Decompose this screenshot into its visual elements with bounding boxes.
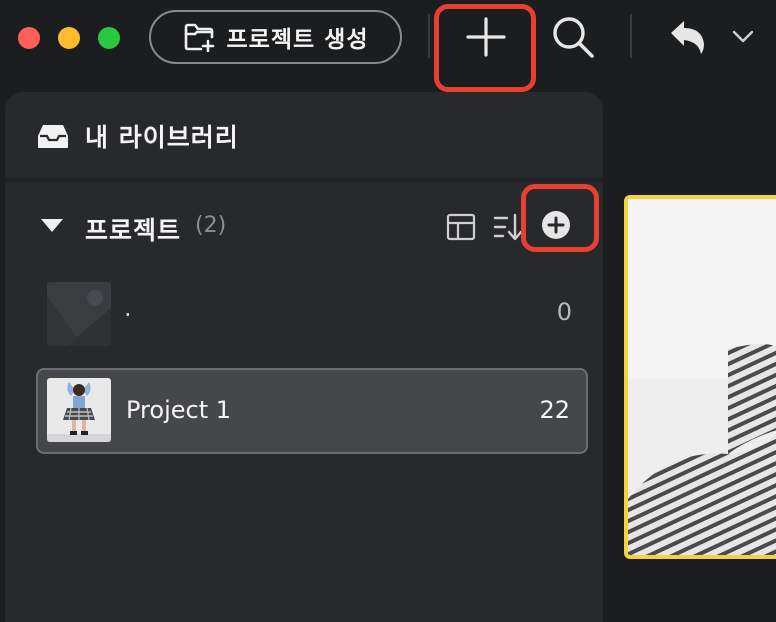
project-thumbnail bbox=[47, 378, 111, 442]
minimize-window-button[interactable] bbox=[58, 27, 80, 49]
create-project-label: 프로젝트 생성 bbox=[226, 27, 369, 53]
projects-title[interactable]: 프로젝트 bbox=[85, 211, 181, 247]
toolbar-divider bbox=[630, 14, 632, 58]
project-list-item-selected[interactable]: Project 1 22 bbox=[36, 368, 588, 454]
layout-icon[interactable] bbox=[446, 212, 476, 246]
undo-dropdown-button[interactable] bbox=[728, 24, 758, 48]
create-project-button[interactable]: 프로젝트 생성 bbox=[149, 10, 402, 64]
projects-count: (2) bbox=[195, 213, 227, 238]
undo-button[interactable] bbox=[668, 16, 710, 58]
search-icon bbox=[550, 17, 596, 64]
project-photo-count: 22 bbox=[539, 396, 570, 424]
chevron-down-icon bbox=[728, 30, 758, 52]
my-library-row[interactable]: 내 라이브러리 bbox=[5, 92, 603, 178]
section-divider bbox=[5, 178, 603, 182]
project-name: . bbox=[124, 294, 132, 322]
highlight-box-add-button bbox=[434, 4, 536, 92]
close-window-button[interactable] bbox=[18, 27, 40, 49]
undo-icon bbox=[668, 21, 710, 62]
projects-header: 프로젝트 (2) bbox=[5, 184, 603, 252]
photo-preview-image bbox=[628, 199, 776, 555]
zoom-window-button[interactable] bbox=[98, 27, 120, 49]
toolbar-divider bbox=[428, 14, 430, 58]
project-photo-count: 0 bbox=[556, 298, 572, 326]
title-bar: 프로젝트 생성 bbox=[0, 0, 776, 92]
project-name: Project 1 bbox=[126, 396, 232, 424]
highlight-box-add-project bbox=[521, 184, 599, 252]
photo-preview-card[interactable] bbox=[624, 195, 776, 559]
sidebar: 내 라이브러리 프로젝트 (2) . 0 Project 1 22 bbox=[5, 92, 603, 622]
project-list-item[interactable]: . 0 bbox=[36, 272, 588, 358]
collapse-caret-icon[interactable] bbox=[41, 219, 63, 232]
folder-add-icon bbox=[183, 22, 217, 52]
library-title: 내 라이브러리 bbox=[85, 123, 239, 152]
library-icon bbox=[37, 123, 69, 153]
placeholder-image-icon bbox=[47, 282, 111, 346]
search-button[interactable] bbox=[550, 14, 596, 60]
